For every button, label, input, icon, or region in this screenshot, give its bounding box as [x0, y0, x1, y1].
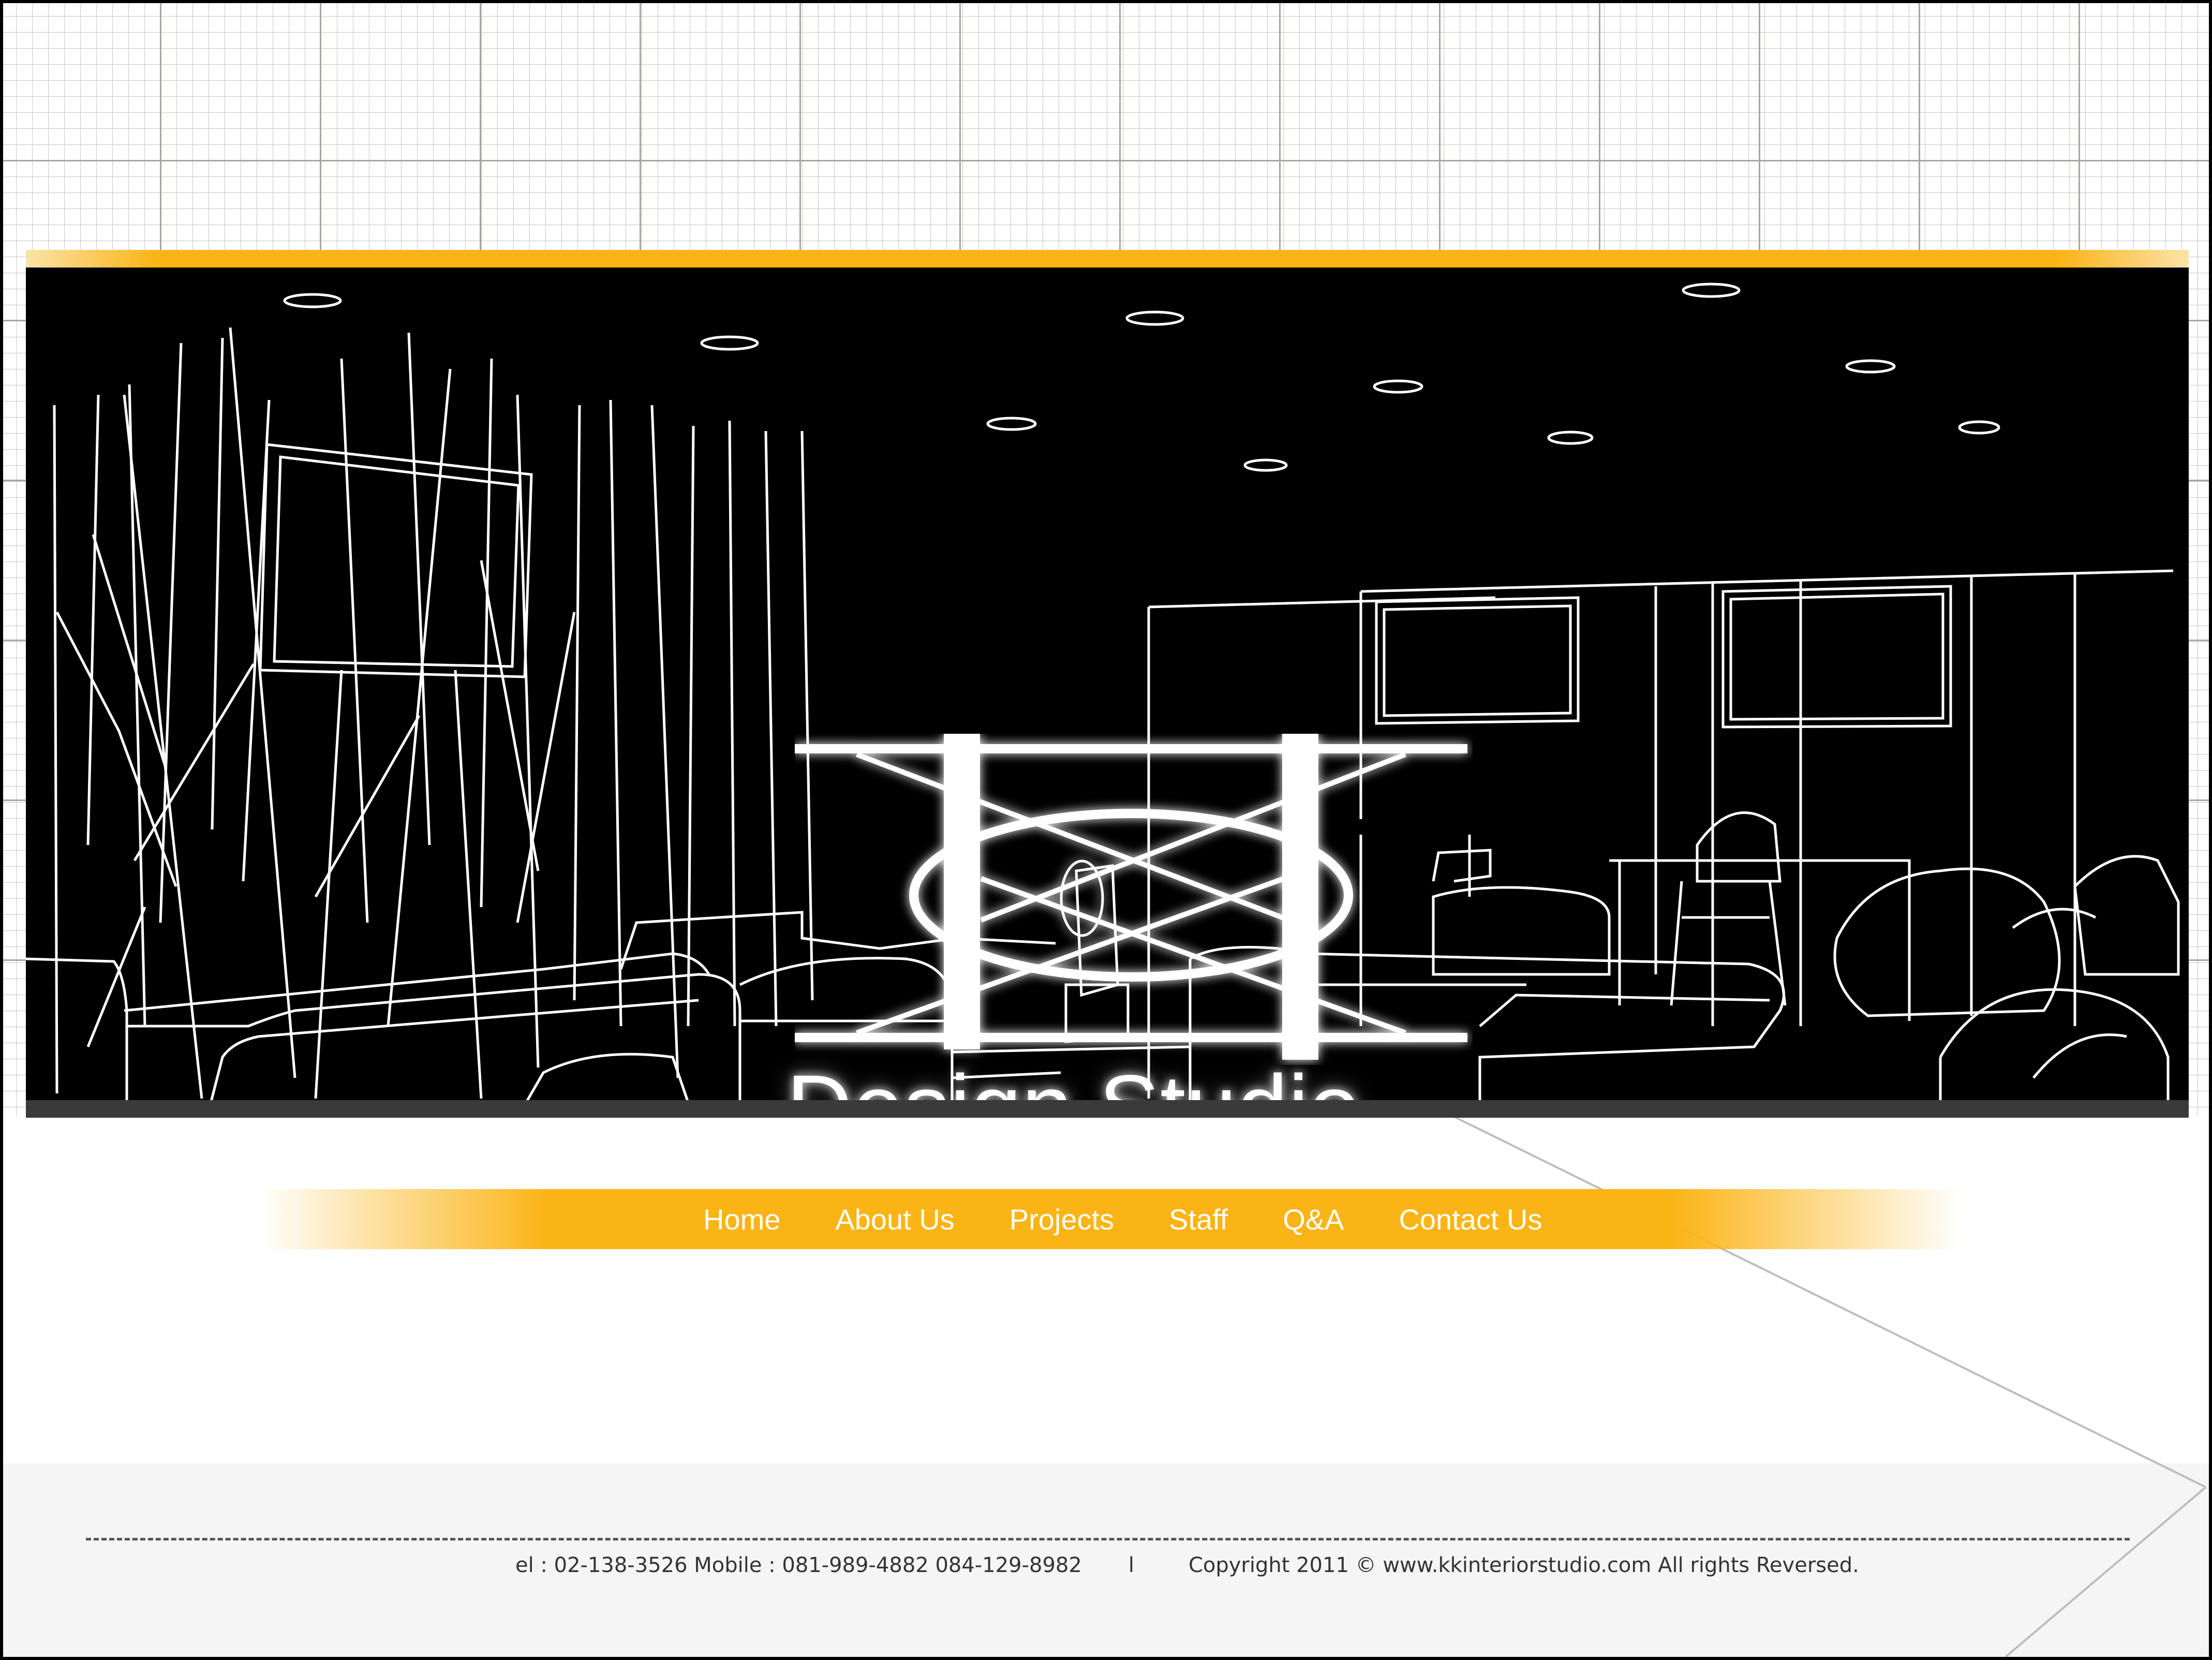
nav-home-link[interactable]: Home [676, 1203, 808, 1236]
main-nav: Home About Us Projects Staff Q&A Contact… [676, 1189, 1569, 1249]
hero-banner: Design Studio Interior , Architect , Con… [26, 250, 2189, 1205]
page-canvas: Design Studio Interior , Architect , Con… [3, 3, 2209, 1657]
footer-copyright: Copyright 2011 © www.kkinteriorstudio.co… [1188, 1553, 1859, 1577]
nav-projects-link[interactable]: Projects [982, 1203, 1141, 1236]
nav-about-us-link[interactable]: About Us [808, 1203, 982, 1236]
nav-contact-us-link[interactable]: Contact Us [1371, 1203, 1569, 1236]
footer-divider [86, 1538, 2130, 1540]
footer-info: el : 02-138-3526 Mobile : 081-989-4882 0… [515, 1553, 1859, 1577]
nav-qa-link[interactable]: Q&A [1255, 1203, 1371, 1236]
nav-staff-link[interactable]: Staff [1141, 1203, 1255, 1236]
banner-bottom-border [26, 1100, 2189, 1118]
kk-monogram-logo-icon [795, 734, 1467, 1060]
banner-top-accent [26, 250, 2189, 268]
footer-contact: el : 02-138-3526 Mobile : 081-989-4882 0… [515, 1553, 1082, 1577]
footer-separator: l [1128, 1553, 1134, 1577]
